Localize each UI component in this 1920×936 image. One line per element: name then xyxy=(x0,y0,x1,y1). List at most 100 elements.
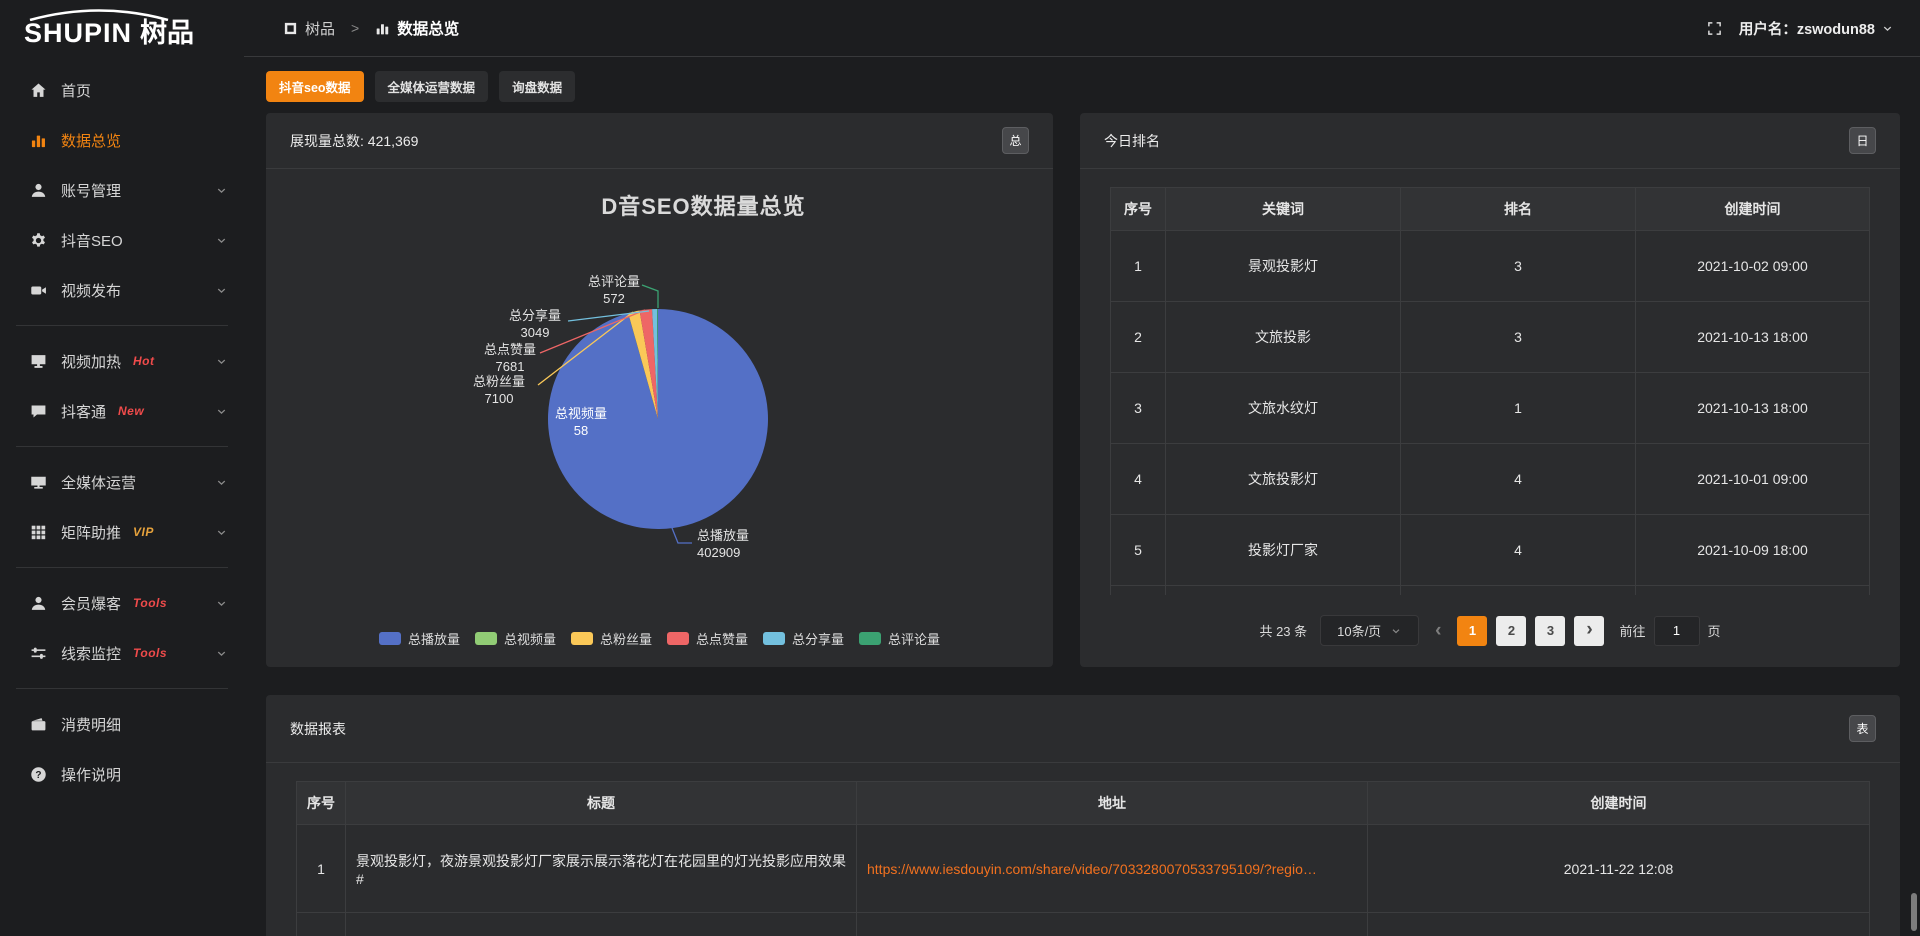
home-icon xyxy=(30,82,47,99)
total-view-button[interactable]: 总 xyxy=(1002,127,1029,154)
chart-card: 展现量总数: 421,369 总 D音SEO数据量总览 总播放量402909总视… xyxy=(266,113,1053,667)
legend-item-总评论量[interactable]: 总评论量 xyxy=(859,629,940,648)
report-cell-index: 1 xyxy=(297,825,346,913)
sidebar-item-gear[interactable]: 抖音SEO xyxy=(0,215,244,265)
page-button-3[interactable]: 3 xyxy=(1535,616,1565,646)
legend-item-总播放量[interactable]: 总播放量 xyxy=(379,629,460,648)
page-size-select[interactable]: 10条/页 xyxy=(1320,615,1419,646)
table-view-button[interactable]: 表 xyxy=(1849,715,1876,742)
fullscreen-icon[interactable] xyxy=(1706,20,1723,37)
legend-swatch xyxy=(379,632,401,645)
goto-page: 前往页 xyxy=(1619,616,1720,646)
tab-1[interactable]: 全媒体运营数据 xyxy=(375,71,489,102)
page-button-2[interactable]: 2 xyxy=(1496,616,1526,646)
user-menu[interactable]: 用户名：zswodun88 xyxy=(1739,18,1894,39)
legend-item-总粉丝量[interactable]: 总粉丝量 xyxy=(571,629,652,648)
legend-item-总视频量[interactable]: 总视频量 xyxy=(475,629,556,648)
report-column-header: 标题 xyxy=(346,782,857,825)
rank-column-header: 排名 xyxy=(1401,188,1636,231)
scrollbar-thumb[interactable] xyxy=(1911,893,1917,931)
pie-label-name: 总评论量 xyxy=(588,273,640,290)
table-row[interactable]: 5投影灯厂家42021-10-09 18:00 xyxy=(1111,515,1870,586)
tab-2[interactable]: 询盘数据 xyxy=(499,71,575,102)
sliders-icon xyxy=(30,645,47,662)
username-label: 用户名：zswodun88 xyxy=(1739,18,1875,39)
grid-icon xyxy=(30,524,47,541)
chevron-down-icon xyxy=(1390,625,1402,637)
prev-page-button[interactable]: ‹ xyxy=(1428,621,1448,640)
sidebar-item-grid[interactable]: 矩阵助推 VIP xyxy=(0,507,244,557)
content: 抖音seo数据全媒体运营数据询盘数据 展现量总数: 421,369 总 D音SE… xyxy=(244,57,1920,936)
breadcrumb-home[interactable]: 树品 xyxy=(305,18,335,39)
app-square-icon xyxy=(283,21,298,36)
sidebar-divider xyxy=(16,688,228,689)
pie-label-value: 572 xyxy=(588,290,640,307)
pie-label-name: 总分享量 xyxy=(509,307,561,324)
next-page-button[interactable]: › xyxy=(1574,616,1604,646)
report-column-header: 地址 xyxy=(857,782,1368,825)
page-button-1[interactable]: 1 xyxy=(1457,616,1487,646)
monitor-icon xyxy=(30,474,47,491)
sidebar-item-user[interactable]: 账号管理 xyxy=(0,165,244,215)
table-row-partial xyxy=(297,913,1870,936)
sidebar: SHUPIN 树品 首页数据总览账号管理抖音SEO视频发布视频加热Hot抖客通N… xyxy=(0,0,244,936)
rank-column-header: 序号 xyxy=(1111,188,1166,231)
chart-bar-icon xyxy=(30,132,47,149)
table-row[interactable]: 1景观投影灯，夜游景观投影灯厂家展示展示落花灯在花园里的灯光投影应用效果 #ht… xyxy=(297,825,1870,913)
pie-label-value: 3049 xyxy=(509,324,561,341)
report-column-header: 创建时间 xyxy=(1368,782,1870,825)
sidebar-badge: Tools xyxy=(133,646,167,660)
table-row[interactable]: 2文旅投影32021-10-13 18:00 xyxy=(1111,302,1870,373)
chart-title: D音SEO数据量总览 xyxy=(266,189,1053,221)
table-cell: 5 xyxy=(1111,515,1166,586)
sidebar-item-label: 视频发布 xyxy=(61,280,121,301)
table-cell: 4 xyxy=(1401,515,1636,586)
sidebar-item-chart-bar[interactable]: 数据总览 xyxy=(0,115,244,165)
sidebar-item-screen-play[interactable]: 视频加热Hot xyxy=(0,336,244,386)
gear-icon xyxy=(30,232,47,249)
table-row[interactable]: 3文旅水纹灯12021-10-13 18:00 xyxy=(1111,373,1870,444)
sidebar-badge: Tools xyxy=(133,596,167,610)
sidebar-item-label: 矩阵助推 xyxy=(61,522,121,543)
sidebar-item-question[interactable]: ?操作说明 xyxy=(0,749,244,799)
rank-table-wrap: 序号关键词排名创建时间 1景观投影灯32021-10-02 09:002文旅投影… xyxy=(1080,169,1900,595)
legend-item-总分享量[interactable]: 总分享量 xyxy=(763,629,844,648)
sidebar-item-wallet[interactable]: 消费明细 xyxy=(0,699,244,749)
table-cell: 1 xyxy=(1401,373,1636,444)
question-icon: ? xyxy=(30,766,47,783)
table-row[interactable]: 4文旅投影灯42021-10-01 09:00 xyxy=(1111,444,1870,515)
user-icon xyxy=(30,182,47,199)
pie-label-name: 总粉丝量 xyxy=(473,373,525,390)
chart-legend: 总播放量总视频量 总粉丝量 总点赞量总分享量总评论量 xyxy=(266,629,1053,648)
day-view-button[interactable]: 日 xyxy=(1849,127,1876,154)
sidebar-badge: VIP xyxy=(133,525,154,539)
data-tabs: 抖音seo数据全媒体运营数据询盘数据 xyxy=(266,71,1900,102)
legend-swatch xyxy=(667,632,689,645)
goto-page-input[interactable] xyxy=(1654,616,1700,646)
legend-label: 总粉丝量 xyxy=(600,629,652,648)
table-cell: 2021-10-02 09:00 xyxy=(1636,231,1870,302)
legend-label: 总播放量 xyxy=(408,629,460,648)
sidebar-item-chat[interactable]: 抖客通New xyxy=(0,386,244,436)
sidebar-item-person[interactable]: 会员爆客Tools xyxy=(0,578,244,628)
top-cards-row: 展现量总数: 421,369 总 D音SEO数据量总览 总播放量402909总视… xyxy=(266,113,1900,667)
sidebar-badge: Hot xyxy=(133,354,155,368)
sidebar-item-monitor[interactable]: 全媒体运营 xyxy=(0,457,244,507)
legend-item-总点赞量[interactable]: 总点赞量 xyxy=(667,629,748,648)
pie-label-name: 总播放量 xyxy=(697,527,749,544)
video-link[interactable]: https://www.iesdouyin.com/share/video/70… xyxy=(867,861,1317,877)
tab-0[interactable]: 抖音seo数据 xyxy=(266,71,364,102)
table-cell: 3 xyxy=(1401,231,1636,302)
legend-label: 总点赞量 xyxy=(696,629,748,648)
pie-label-总评论量: 总评论量572 xyxy=(588,273,640,307)
table-cell: 2 xyxy=(1111,302,1166,373)
table-cell: 文旅投影 xyxy=(1166,302,1401,373)
sidebar-item-sliders[interactable]: 线索监控Tools xyxy=(0,628,244,678)
pagination-total: 共 23 条 xyxy=(1259,621,1307,640)
table-row[interactable]: 1景观投影灯32021-10-02 09:00 xyxy=(1111,231,1870,302)
sidebar-item-video[interactable]: 视频发布 xyxy=(0,265,244,315)
pie-label-value: 58 xyxy=(555,422,607,439)
table-cell: 文旅水纹灯 xyxy=(1166,373,1401,444)
sidebar-item-home[interactable]: 首页 xyxy=(0,65,244,115)
rank-card-header: 今日排名 日 xyxy=(1080,113,1900,169)
